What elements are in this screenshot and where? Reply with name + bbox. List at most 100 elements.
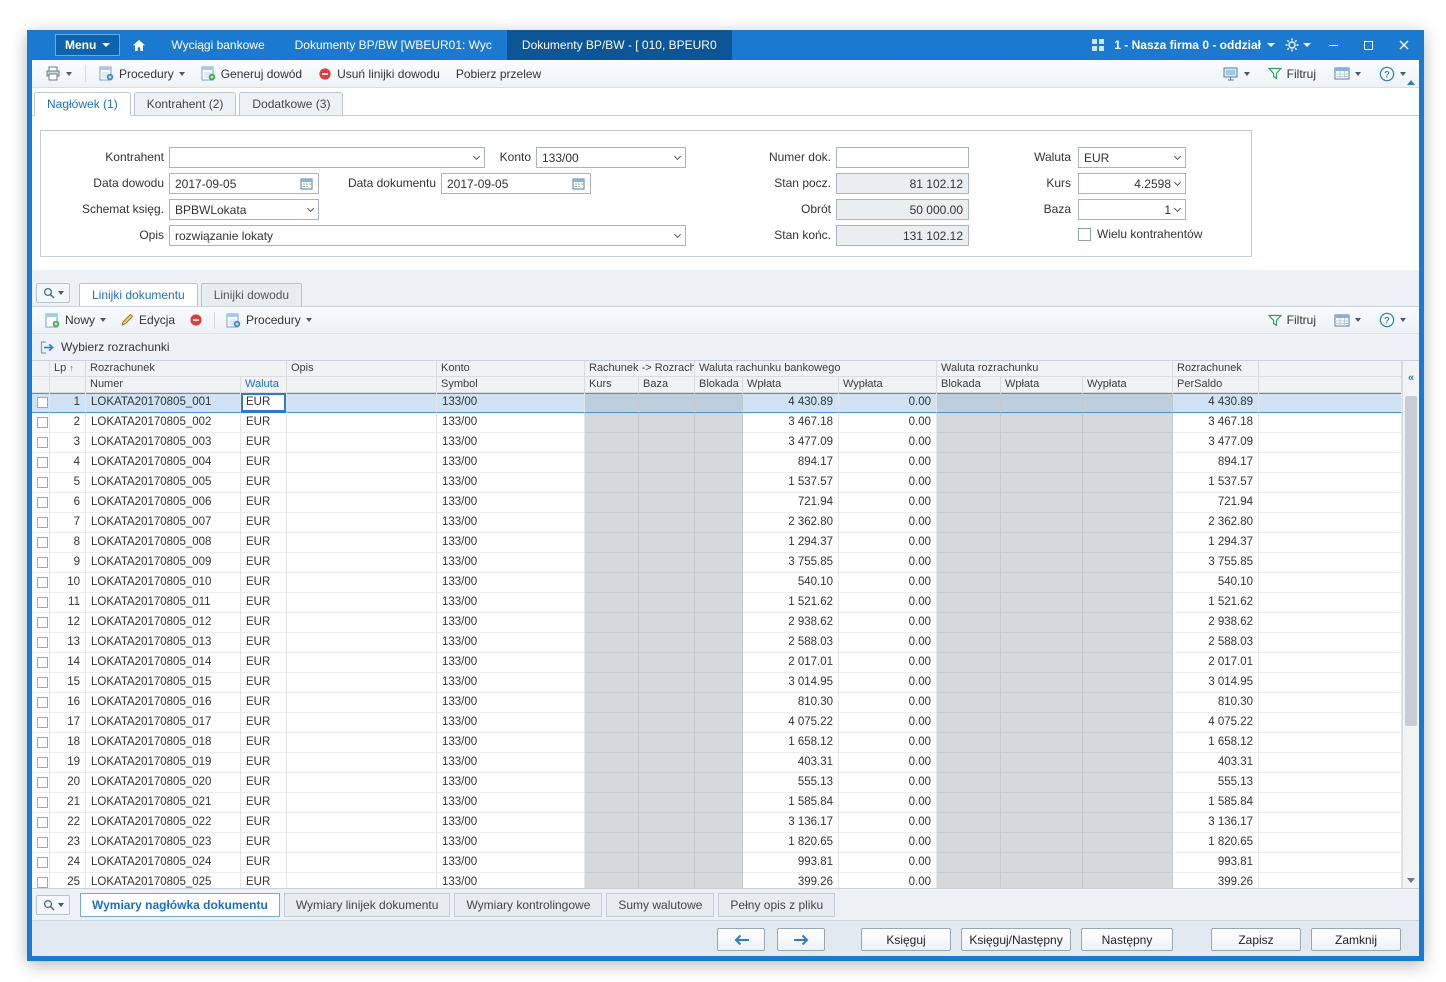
data-dowodu-field[interactable]: 2017-09-05 (169, 173, 319, 194)
cell-blokada-rozrachunku[interactable] (937, 773, 1001, 793)
cell-symbol[interactable]: 133/00 (437, 813, 585, 833)
cell-wplata-bankowa[interactable]: 3 477.09 (743, 433, 839, 453)
cell-kurs[interactable] (585, 573, 639, 593)
cell-numer[interactable]: LOKATA20170805_008 (86, 533, 241, 553)
cell-baza[interactable] (639, 653, 695, 673)
cell-lp[interactable]: 12 (50, 613, 86, 633)
titlebar-tab-dokumenty-bpbw-1[interactable]: Dokumenty BP/BW [WBEUR01: Wyc (280, 30, 507, 60)
cell-wplata-rozrachunku[interactable] (1001, 873, 1083, 888)
cell-symbol[interactable]: 133/00 (437, 733, 585, 753)
cell-waluta[interactable]: EUR (241, 433, 287, 453)
cell-blokada-bankowa[interactable] (695, 813, 743, 833)
cell-wyplata-bankowa[interactable]: 0.00 (839, 813, 937, 833)
cell-symbol[interactable]: 133/00 (437, 613, 585, 633)
cell-blokada-rozrachunku[interactable] (937, 553, 1001, 573)
row-select-cell[interactable] (32, 413, 50, 433)
cell-symbol[interactable]: 133/00 (437, 833, 585, 853)
row-select-cell[interactable] (32, 493, 50, 513)
cell-wplata-bankowa[interactable]: 894.17 (743, 453, 839, 473)
cell-kurs[interactable] (585, 473, 639, 493)
cell-wplata-bankowa[interactable]: 1 294.37 (743, 533, 839, 553)
cell-wplata-rozrachunku[interactable] (1001, 473, 1083, 493)
cell-numer[interactable]: LOKATA20170805_021 (86, 793, 241, 813)
cell-numer[interactable]: LOKATA20170805_013 (86, 633, 241, 653)
bottom-view-selector-button[interactable] (36, 894, 70, 915)
cell-blokada-rozrachunku[interactable] (937, 413, 1001, 433)
row-select-cell[interactable] (32, 553, 50, 573)
cell-kurs[interactable] (585, 713, 639, 733)
cell-blokada-rozrachunku[interactable] (937, 453, 1001, 473)
cell-wplata-rozrachunku[interactable] (1001, 633, 1083, 653)
cell-waluta[interactable]: EUR (241, 593, 287, 613)
cell-waluta[interactable]: EUR (241, 553, 287, 573)
lines-grid-options-button[interactable] (1327, 311, 1368, 330)
pobierz-przelew-button[interactable]: Pobierz przelew (449, 64, 548, 84)
cell-wyplata-rozrachunku[interactable] (1083, 633, 1173, 653)
cell-lp[interactable]: 5 (50, 473, 86, 493)
cell-wyplata-bankowa[interactable]: 0.00 (839, 573, 937, 593)
row-checkbox[interactable] (37, 417, 48, 428)
row-checkbox[interactable] (37, 437, 48, 448)
cell-numer[interactable]: LOKATA20170805_018 (86, 733, 241, 753)
cell-wplata-rozrachunku[interactable] (1001, 573, 1083, 593)
row-select-cell[interactable] (32, 533, 50, 553)
cell-kurs[interactable] (585, 793, 639, 813)
cell-wplata-rozrachunku[interactable] (1001, 653, 1083, 673)
cell-baza[interactable] (639, 553, 695, 573)
cell-persaldo[interactable]: 1 521.62 (1173, 593, 1259, 613)
cell-wyplata-bankowa[interactable]: 0.00 (839, 793, 937, 813)
cell-persaldo[interactable]: 1 294.37 (1173, 533, 1259, 553)
cell-blokada-bankowa[interactable] (695, 853, 743, 873)
cell-numer[interactable]: LOKATA20170805_006 (86, 493, 241, 513)
cell-blokada-bankowa[interactable] (695, 413, 743, 433)
col-group-rozrachunek-2[interactable]: Rozrachunek (1173, 361, 1259, 377)
cell-wplata-rozrachunku[interactable] (1001, 853, 1083, 873)
cell-lp[interactable]: 7 (50, 513, 86, 533)
cell-wyplata-bankowa[interactable]: 0.00 (839, 613, 937, 633)
cell-blokada-bankowa[interactable] (695, 473, 743, 493)
cell-blokada-bankowa[interactable] (695, 793, 743, 813)
cell-numer[interactable]: LOKATA20170805_011 (86, 593, 241, 613)
cell-baza[interactable] (639, 853, 695, 873)
cell-numer[interactable]: LOKATA20170805_002 (86, 413, 241, 433)
table-row[interactable]: 7 LOKATA20170805_007 EUR 133/00 2 362.80 0.00… (32, 513, 1402, 533)
cell-wyplata-rozrachunku[interactable] (1083, 793, 1173, 813)
cell-lp[interactable]: 24 (50, 853, 86, 873)
vertical-scrollbar[interactable] (1402, 361, 1419, 888)
row-select-cell[interactable] (32, 873, 50, 888)
tab-wymiary-linijek[interactable]: Wymiary linijek dokumentu (283, 892, 451, 917)
cell-lp[interactable]: 8 (50, 533, 86, 553)
cell-wyplata-bankowa[interactable]: 0.00 (839, 713, 937, 733)
cell-symbol[interactable]: 133/00 (437, 653, 585, 673)
cell-blokada-rozrachunku[interactable] (937, 853, 1001, 873)
cell-opis[interactable] (287, 493, 437, 513)
cell-wplata-rozrachunku[interactable] (1001, 513, 1083, 533)
cell-symbol[interactable]: 133/00 (437, 593, 585, 613)
cell-wyplata-rozrachunku[interactable] (1083, 873, 1173, 888)
settings-button[interactable] (1285, 38, 1311, 52)
cell-numer[interactable]: LOKATA20170805_022 (86, 813, 241, 833)
cell-wyplata-rozrachunku[interactable] (1083, 533, 1173, 553)
table-row[interactable]: 25 LOKATA20170805_025 EUR 133/00 399.26 0.00 3… (32, 873, 1402, 888)
cell-lp[interactable]: 22 (50, 813, 86, 833)
cell-wyplata-bankowa[interactable]: 0.00 (839, 873, 937, 888)
cell-opis[interactable] (287, 593, 437, 613)
cell-opis[interactable] (287, 473, 437, 493)
cell-wplata-bankowa[interactable]: 4 075.22 (743, 713, 839, 733)
cell-baza[interactable] (639, 513, 695, 533)
cell-symbol[interactable]: 133/00 (437, 773, 585, 793)
col-header-wyplata-rozrachunku[interactable]: Wypłata (1083, 377, 1173, 393)
row-checkbox[interactable] (37, 857, 48, 868)
maximize-button[interactable] (1356, 34, 1381, 56)
cell-blokada-bankowa[interactable] (695, 633, 743, 653)
cell-opis[interactable] (287, 873, 437, 888)
col-group-waluta-rozrachunku[interactable]: Waluta rozrachunku (937, 361, 1173, 377)
cell-blokada-bankowa[interactable] (695, 593, 743, 613)
data-dokumentu-field[interactable]: 2017-09-05 (441, 173, 591, 194)
row-select-cell[interactable] (32, 853, 50, 873)
cell-lp[interactable]: 1 (50, 393, 86, 413)
cell-baza[interactable] (639, 493, 695, 513)
cell-baza[interactable] (639, 793, 695, 813)
generuj-dowod-button[interactable]: Generuj dowód (194, 63, 309, 84)
cell-opis[interactable] (287, 833, 437, 853)
